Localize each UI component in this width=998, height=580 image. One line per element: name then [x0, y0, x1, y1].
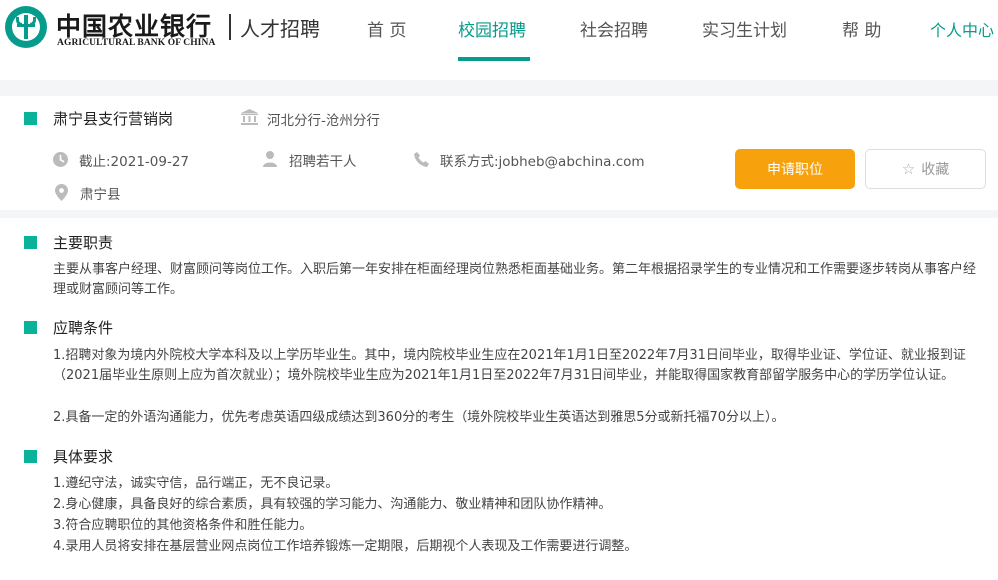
section-marker [24, 450, 37, 463]
duties-title: 主要职责 [53, 234, 114, 252]
nav-active-indicator [458, 57, 530, 61]
favorite-button[interactable]: ☆ 收藏 [865, 149, 986, 189]
abc-logo-icon[interactable] [5, 6, 47, 48]
nav-user-center[interactable]: 个人中心 [930, 17, 994, 41]
requirements-title: 应聘条件 [53, 319, 114, 337]
job-detail-card: 主要职责 主要从事客户经理、财富顾问等岗位工作。入职后第一年安排在柜面经理岗位熟… [0, 218, 998, 580]
job-deadline: 截止:2021-09-27 [79, 154, 190, 170]
specifics-line: 2.身心健康，具备良好的综合素质，具有较强的学习能力、沟通能力、敬业精神和团队协… [53, 497, 612, 512]
specifics-title: 具体要求 [53, 448, 114, 466]
job-contact: 联系方式:jobheb@abchina.com [440, 154, 645, 170]
location-pin-icon [55, 184, 68, 201]
brand-name-en: AGRICULTURAL BANK OF CHINA [57, 38, 216, 48]
nav-internship-program[interactable]: 实习生计划 [702, 16, 787, 41]
section-marker [24, 321, 37, 334]
phone-icon [414, 152, 429, 167]
duties-text: 主要从事客户经理、财富顾问等岗位工作。入职后第一年安排在柜面经理岗位熟悉柜面基础… [53, 262, 977, 297]
logo-divider [229, 14, 231, 40]
job-title: 肃宁县支行营销岗 [53, 110, 174, 128]
section-marker [24, 112, 37, 125]
nav-home[interactable]: 首 页 [367, 16, 406, 41]
nav-social-recruitment[interactable]: 社会招聘 [580, 16, 648, 41]
specifics-line: 1.遵纪守法，诚实守信，品行端正，无不良记录。 [53, 476, 339, 491]
job-summary-card: 肃宁县支行营销岗 河北分行-沧州分行 截止:2021-09-27 招聘若干人 联… [0, 96, 998, 210]
nav-campus-recruitment[interactable]: 校园招聘 [458, 16, 526, 41]
nav-help[interactable]: 帮 助 [842, 16, 881, 41]
site-subtitle: 人才招聘 [240, 17, 320, 41]
job-headcount: 招聘若干人 [289, 154, 357, 170]
specifics-line: 3.符合应聘职位的其他资格条件和胜任能力。 [53, 518, 313, 533]
site-header: 中国农业银行 AGRICULTURAL BANK OF CHINA 人才招聘 首… [0, 0, 998, 80]
favorite-label: 收藏 [921, 162, 950, 178]
apply-button[interactable]: 申请职位 [735, 149, 855, 189]
specifics-line: 4.录用人员将安排在基层营业网点岗位工作培养锻炼一定期限，后期视个人表现及工作需… [53, 539, 638, 554]
requirements-line: 2.具备一定的外语沟通能力，优先考虑英语四级成绩达到360分的考生（境外院校毕业… [53, 410, 785, 425]
job-location: 肃宁县 [80, 187, 121, 203]
requirements-line: 1.招聘对象为境内外院校大学本科及以上学历毕业生。其中，境内院校毕业生应在202… [53, 348, 966, 383]
section-marker [24, 236, 37, 249]
job-branch: 河北分行-沧州分行 [267, 113, 380, 129]
bank-icon [241, 109, 258, 125]
star-icon: ☆ [901, 160, 916, 178]
clock-icon [53, 152, 68, 167]
person-icon [263, 151, 277, 167]
